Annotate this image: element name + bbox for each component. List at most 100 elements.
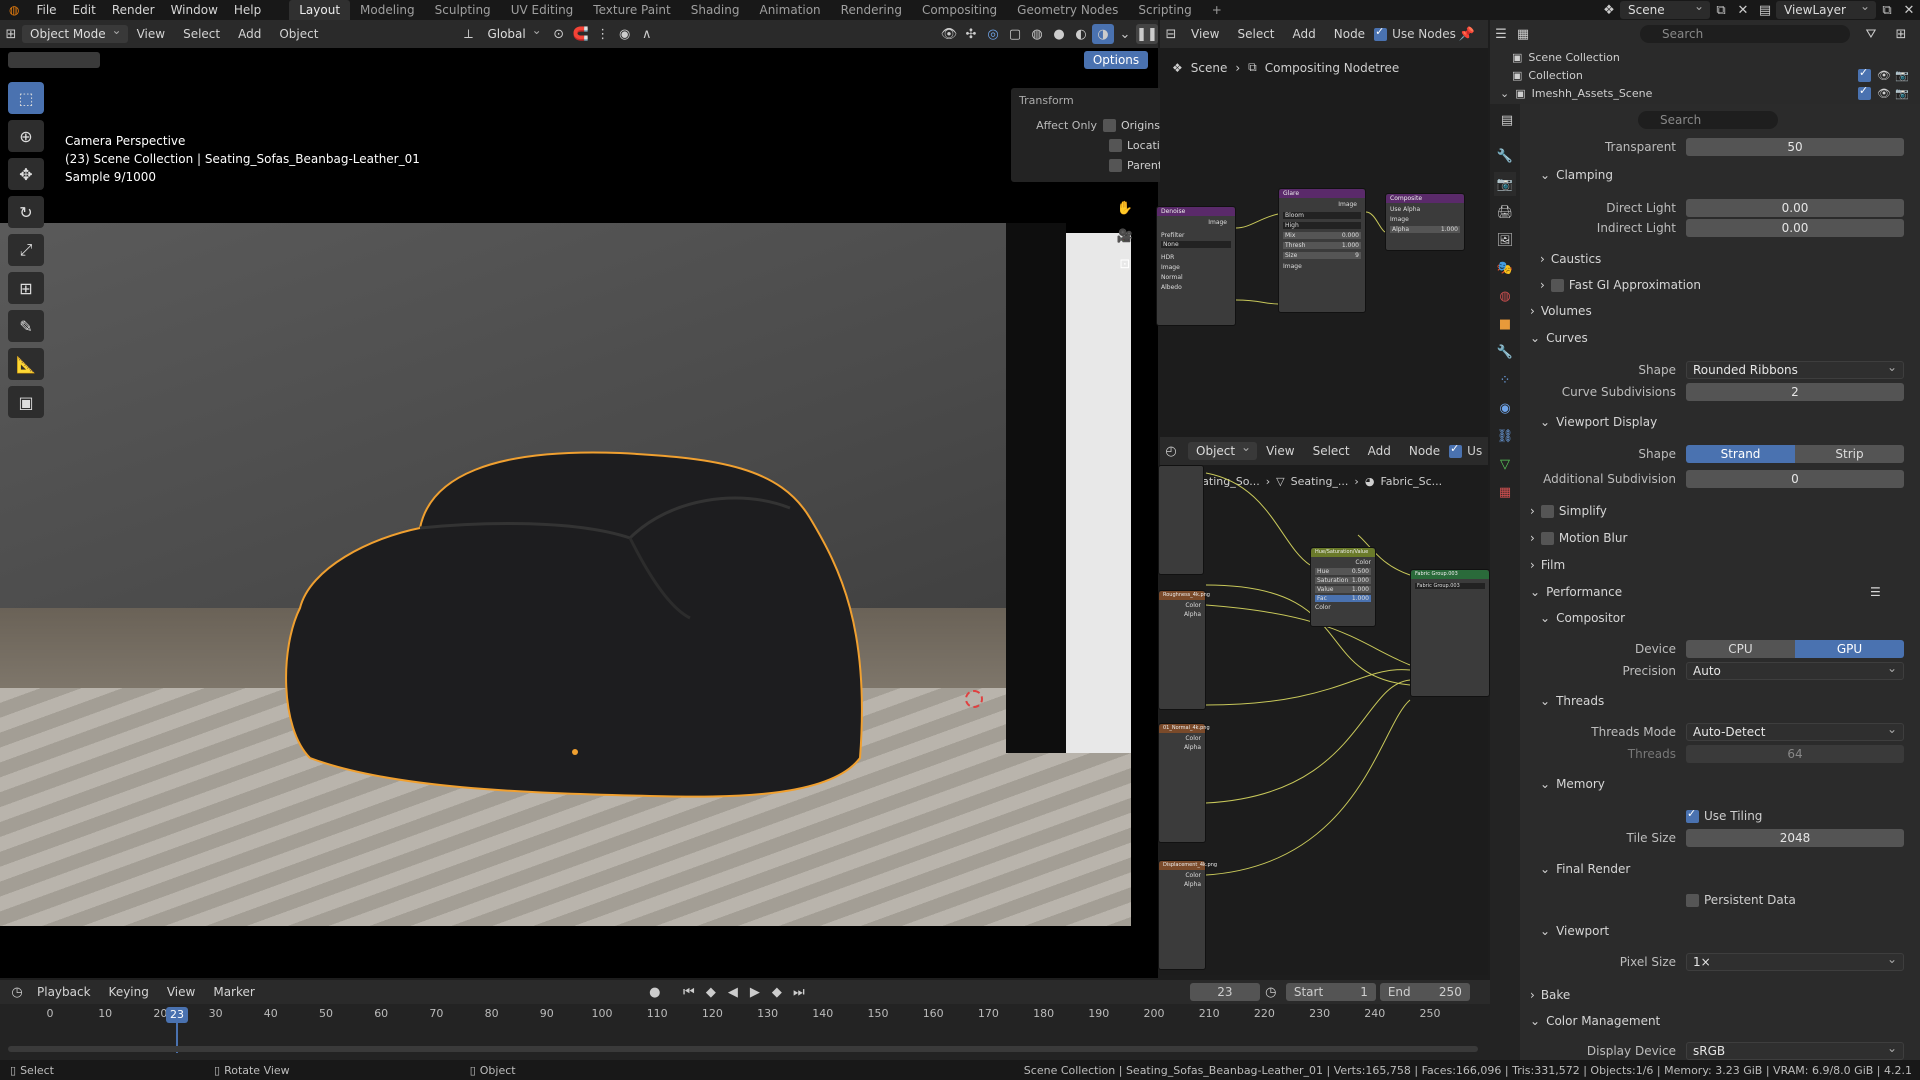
snap-icon[interactable]: 🧲 [570,24,592,44]
menu-render[interactable]: Render [104,3,163,17]
viewport-menu-add[interactable]: Add [229,27,270,41]
marker-menu[interactable]: Marker [204,985,263,999]
shading-wire-icon[interactable]: ◍ [1026,24,1048,44]
shader-menu-add[interactable]: Add [1359,444,1400,458]
copy-viewlayer-icon[interactable]: ⧉ [1876,0,1898,20]
shader-menu-node[interactable]: Node [1400,444,1449,458]
annotate-tool-icon[interactable]: ✎ [8,310,44,342]
saturation-value[interactable]: 1.000 [1352,577,1369,584]
particles-tab-icon[interactable]: ⁘ [1494,368,1516,392]
play-icon[interactable]: ▶ [744,982,766,1002]
section-threads[interactable]: ⌄ Threads [1540,694,1920,708]
keying-menu[interactable]: Keying [100,985,158,999]
outliner-editor-icon[interactable]: ☰ [1490,24,1512,44]
outliner-item-imeshh[interactable]: ⌄ ▣ Imeshh_Assets_Scene 👁 📷 [1490,84,1920,102]
workspace-tab-rendering[interactable]: Rendering [831,0,912,20]
transparent-field[interactable]: 50 [1686,138,1904,156]
workspace-tab-sculpting[interactable]: Sculpting [425,0,501,20]
add-cube-tool-icon[interactable]: ▣ [8,386,44,418]
fast-gi-checkbox[interactable] [1550,278,1564,292]
locations-checkbox[interactable] [1109,138,1122,152]
lock-camera-icon[interactable]: ⊡ [1114,254,1136,274]
add-workspace-icon[interactable]: + [1202,0,1232,20]
current-frame-field[interactable]: 23 [1189,983,1260,1001]
timeline-ruler[interactable]: 0 10 20 30 40 50 60 70 80 90 100 110 120 130 140 150 160… [0,1005,1480,1025]
strip-button[interactable]: Strip [1795,445,1904,463]
workspace-tab-modeling[interactable]: Modeling [350,0,425,20]
imeshh-exclude-checkbox[interactable] [1858,84,1871,100]
gpu-button[interactable]: GPU [1795,640,1904,658]
section-caustics[interactable]: › Caustics [1540,252,1920,266]
compositor-node-editor[interactable]: ❖ Scene › ⧉ Compositing Nodetree Denoise… [1156,48,1488,440]
compositor-menu-view[interactable]: View [1182,27,1228,41]
section-film[interactable]: › Film [1530,558,1920,572]
modifier-tab-icon[interactable]: 🔧 [1494,340,1516,364]
use-nodes-checkbox[interactable] [1374,25,1388,41]
jump-keyframe-forward-icon[interactable]: ◆ [766,982,788,1002]
playback-menu[interactable]: Playback [28,985,100,999]
shading-rendered-icon[interactable]: ◑ [1092,24,1114,44]
jump-end-icon[interactable]: ⏭ [788,982,810,1002]
strand-button[interactable]: Strand [1686,445,1795,463]
options-button[interactable]: Options [1084,51,1148,69]
shader-type-dropdown[interactable]: Object [1188,440,1258,460]
section-fast-gi[interactable]: › Fast GI Approximation [1540,278,1920,292]
measure-tool-icon[interactable]: 📐 [8,348,44,380]
timeline-scrollbar[interactable] [8,1046,1478,1052]
display-mode-icon[interactable]: ▦ [1512,24,1534,44]
material-tab-icon[interactable]: ▦ [1494,480,1516,504]
section-curves[interactable]: ⌄ Curves [1530,331,1920,345]
viewlayer-selector[interactable]: ViewLayer [1776,0,1876,19]
shading-options-icon[interactable]: ⌄ [1114,24,1136,44]
output-tab-icon[interactable]: 🖨 [1494,200,1516,224]
image-texture-node-top[interactable] [1158,465,1204,575]
tool-tab-icon[interactable]: 🔧 [1494,144,1516,168]
workspace-tab-texture-paint[interactable]: Texture Paint [583,0,680,20]
blender-logo-icon[interactable]: ◍ [0,3,28,17]
glare-size-value[interactable]: 9 [1355,252,1359,259]
viewport-menu-select[interactable]: Select [174,27,229,41]
section-color-management[interactable]: ⌄ Color Management [1530,1014,1920,1028]
render-tab-icon[interactable]: 📷 [1494,172,1516,196]
fac-value[interactable]: 1.000 [1352,595,1369,602]
scene-selector[interactable]: Scene [1620,0,1710,19]
persistent-data-checkbox[interactable] [1686,893,1699,907]
auto-key-icon[interactable]: ● [644,982,666,1002]
viewport-menu-object[interactable]: Object [270,27,327,41]
section-bake[interactable]: › Bake [1530,988,1920,1002]
collection-exclude-checkbox[interactable] [1858,66,1871,82]
cpu-button[interactable]: CPU [1686,640,1795,658]
normal-texture-node[interactable]: 01_Normal_4k.png Color Alpha [1158,723,1210,843]
play-reverse-icon[interactable]: ◀ [722,982,744,1002]
visibility-icon[interactable]: 👁 [938,24,960,44]
3d-viewport[interactable]: Options Camera Perspective (23) Scene Co… [0,48,1158,978]
scene-icon[interactable]: ❖ [1598,0,1620,20]
menu-help[interactable]: Help [226,3,269,17]
xray-icon[interactable]: ▢ [1004,24,1026,44]
denoise-prefilter-value[interactable]: None [1161,241,1231,248]
rotate-tool-icon[interactable]: ↻ [8,196,44,228]
physics-tab-icon[interactable]: ◉ [1494,396,1516,420]
falloff-icon[interactable]: ∧ [636,24,658,44]
precision-dropdown[interactable]: Auto [1686,660,1904,680]
curve-shape-dropdown[interactable]: Rounded Ribbons [1686,359,1904,379]
use-tiling-checkbox[interactable] [1686,807,1699,823]
simplify-checkbox[interactable] [1540,504,1554,518]
section-volumes[interactable]: › Volumes [1530,304,1920,318]
world-tab-icon[interactable]: ◍ [1494,284,1516,308]
glare-quality[interactable]: High [1283,222,1361,229]
mode-dropdown[interactable]: Object Mode [22,23,128,43]
camera-view-icon[interactable]: 🎥 [1114,226,1136,246]
move-tool-icon[interactable]: ✥ [8,158,44,190]
gizmo-icon[interactable]: ✣ [960,24,982,44]
shader-menu-select[interactable]: Select [1304,444,1359,458]
section-memory[interactable]: ⌄ Memory [1540,777,1920,791]
expand-chevron-icon[interactable]: ⌄ [1500,87,1509,100]
timeline-editor-icon[interactable]: ◷ [6,982,28,1002]
value-value[interactable]: 1.000 [1352,586,1369,593]
workspace-tab-compositing[interactable]: Compositing [912,0,1007,20]
compositor-menu-add[interactable]: Add [1284,27,1325,41]
constraints-tab-icon[interactable]: ⛓ [1494,424,1516,448]
denoise-node[interactable]: Denoise Image Prefilter None HDR Image N… [1156,206,1236,326]
new-collection-icon[interactable]: ⊞ [1890,24,1912,44]
